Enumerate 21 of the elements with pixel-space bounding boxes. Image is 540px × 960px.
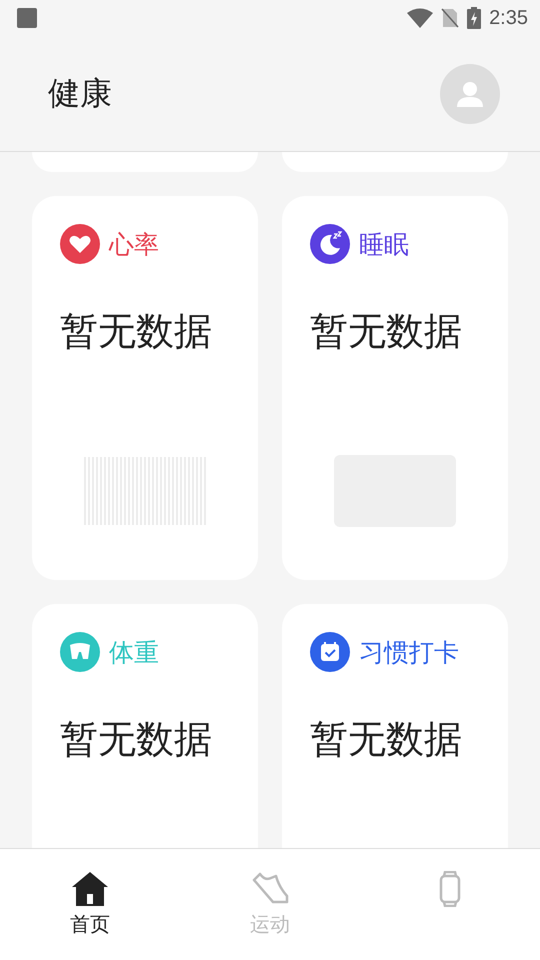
- data-card[interactable]: 习惯打卡 暂无数据: [282, 604, 508, 848]
- card-title: 睡眠: [359, 228, 409, 260]
- no-data-text: 暂无数据: [60, 716, 213, 763]
- notification-icon: [17, 8, 37, 28]
- data-card[interactable]: 睡眠 暂无数据: [282, 196, 508, 580]
- home-icon: [71, 871, 109, 907]
- data-card[interactable]: 心率 暂无数据: [32, 196, 258, 580]
- card-title: 体重: [109, 636, 159, 668]
- nav-tab[interactable]: 首页: [0, 849, 180, 960]
- no-sim-icon: [441, 8, 460, 28]
- card-title: 习惯打卡: [359, 636, 459, 668]
- no-data-text: 暂无数据: [310, 716, 463, 763]
- battery-icon: [467, 7, 482, 29]
- person-icon: [456, 80, 484, 108]
- no-data-text: 暂无数据: [60, 308, 213, 355]
- card-title: 心率: [109, 228, 159, 260]
- data-card[interactable]: 体重 暂无数据: [32, 604, 258, 848]
- no-data-text: 暂无数据: [310, 308, 463, 355]
- wifi-icon: [407, 8, 434, 28]
- page-title: 健康: [48, 72, 112, 114]
- clock-time: 2:35: [489, 6, 528, 30]
